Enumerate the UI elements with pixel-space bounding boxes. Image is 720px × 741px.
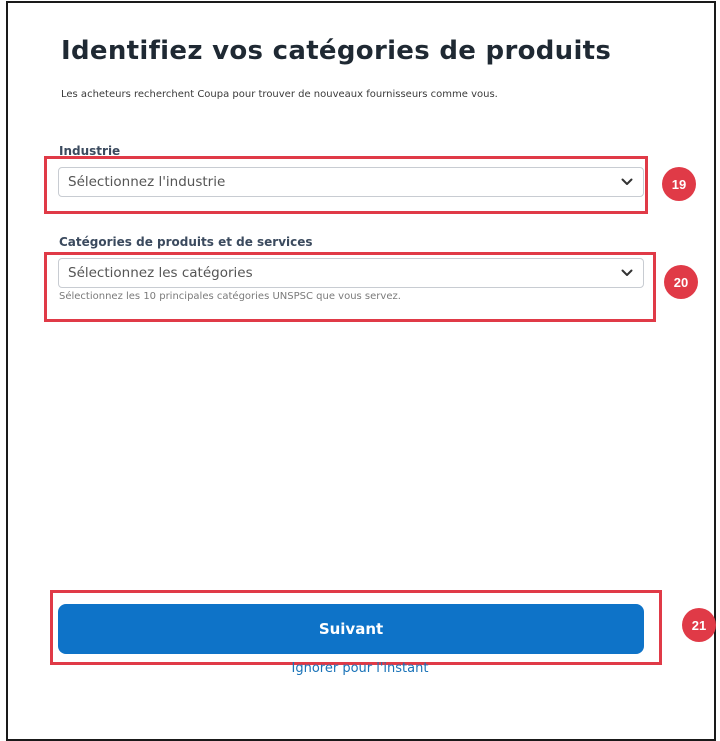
page-title: Identifiez vos catégories de produits	[61, 36, 612, 66]
page-subtitle: Les acheteurs recherchent Coupa pour tro…	[61, 89, 498, 100]
callout-badge-21: 21	[682, 608, 716, 642]
callout-box-industry	[44, 156, 648, 214]
callout-badge-20: 20	[664, 265, 698, 299]
categories-label: Catégories de produits et de services	[59, 235, 313, 249]
callout-box-categories	[44, 252, 656, 322]
skip-for-now-link[interactable]: Ignorer pour l'instant	[0, 661, 720, 676]
next-button[interactable]: Suivant	[58, 604, 644, 654]
callout-badge-19: 19	[662, 167, 696, 201]
